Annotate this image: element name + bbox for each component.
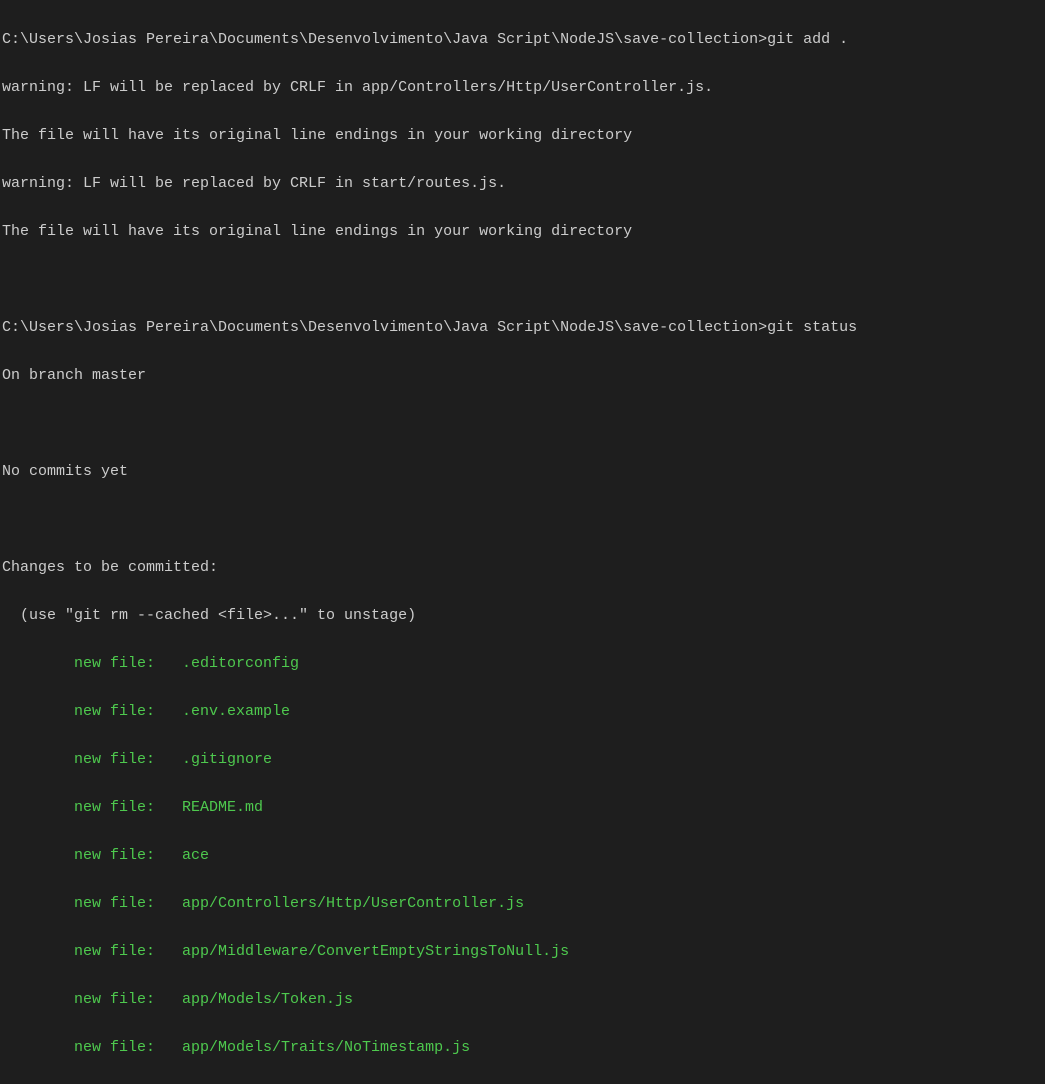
new-file-line: new file: ace	[2, 844, 1043, 868]
terminal-output[interactable]: C:\Users\Josias Pereira\Documents\Desenv…	[2, 4, 1043, 1084]
new-file-line: new file: .editorconfig	[2, 652, 1043, 676]
output-line: The file will have its original line end…	[2, 124, 1043, 148]
output-line: The file will have its original line end…	[2, 220, 1043, 244]
new-file-line: new file: app/Middleware/ConvertEmptyStr…	[2, 940, 1043, 964]
prompt-line-1: C:\Users\Josias Pereira\Documents\Desenv…	[2, 28, 1043, 52]
cwd-prompt: C:\Users\Josias Pereira\Documents\Desenv…	[2, 319, 767, 336]
new-file-line: new file: app/Models/Traits/NoTimestamp.…	[2, 1036, 1043, 1060]
new-file-line: new file: README.md	[2, 796, 1043, 820]
branch-line: On branch master	[2, 364, 1043, 388]
new-file-line: new file: .env.example	[2, 700, 1043, 724]
unstage-hint: (use "git rm --cached <file>..." to unst…	[2, 604, 1043, 628]
new-file-line: new file: app/Controllers/Http/UserContr…	[2, 892, 1043, 916]
warning-line: warning: LF will be replaced by CRLF in …	[2, 172, 1043, 196]
new-file-line: new file: app/Models/Token.js	[2, 988, 1043, 1012]
blank-line	[2, 268, 1043, 292]
new-file-line: new file: .gitignore	[2, 748, 1043, 772]
warning-line: warning: LF will be replaced by CRLF in …	[2, 76, 1043, 100]
command-git-status: git status	[767, 319, 857, 336]
prompt-line-2: C:\Users\Josias Pereira\Documents\Desenv…	[2, 316, 1043, 340]
command-git-add: git add .	[767, 31, 848, 48]
changes-header: Changes to be committed:	[2, 556, 1043, 580]
no-commits-line: No commits yet	[2, 460, 1043, 484]
blank-line	[2, 412, 1043, 436]
blank-line	[2, 508, 1043, 532]
cwd-prompt: C:\Users\Josias Pereira\Documents\Desenv…	[2, 31, 767, 48]
